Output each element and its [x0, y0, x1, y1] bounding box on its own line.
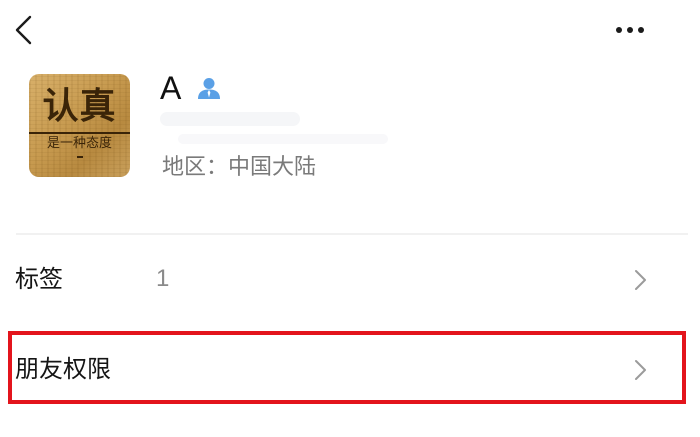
redacted-area	[160, 112, 300, 126]
friend-permissions-label: 朋友权限	[15, 355, 111, 383]
avatar-sub-text: 是一种态度	[29, 132, 130, 150]
more-dot	[616, 27, 622, 33]
friend-permissions-row[interactable]: 朋友权限	[0, 332, 700, 406]
tags-value: 1	[156, 265, 170, 292]
avatar-decoration	[77, 156, 83, 158]
back-button[interactable]	[8, 12, 44, 48]
region-text: 地区：中国大陆	[162, 155, 317, 180]
chevron-left-icon	[15, 15, 32, 45]
tags-label: 标签	[15, 265, 63, 293]
more-dot	[627, 27, 633, 33]
redacted-area	[178, 134, 388, 144]
chevron-right-icon	[635, 360, 646, 380]
contact-name: A	[160, 70, 182, 106]
section-divider	[16, 233, 688, 235]
chevron-right-icon	[635, 270, 646, 290]
more-button[interactable]	[604, 14, 656, 46]
more-dot	[638, 27, 644, 33]
contact-profile-page: 认真 是一种态度 A 地区：中国大陆 标签 1 朋友权限	[0, 0, 700, 437]
avatar-main-text: 认真	[42, 85, 117, 127]
tags-row[interactable]: 标签 1	[0, 246, 700, 314]
avatar[interactable]: 认真 是一种态度	[29, 74, 130, 177]
user-icon	[198, 78, 220, 99]
